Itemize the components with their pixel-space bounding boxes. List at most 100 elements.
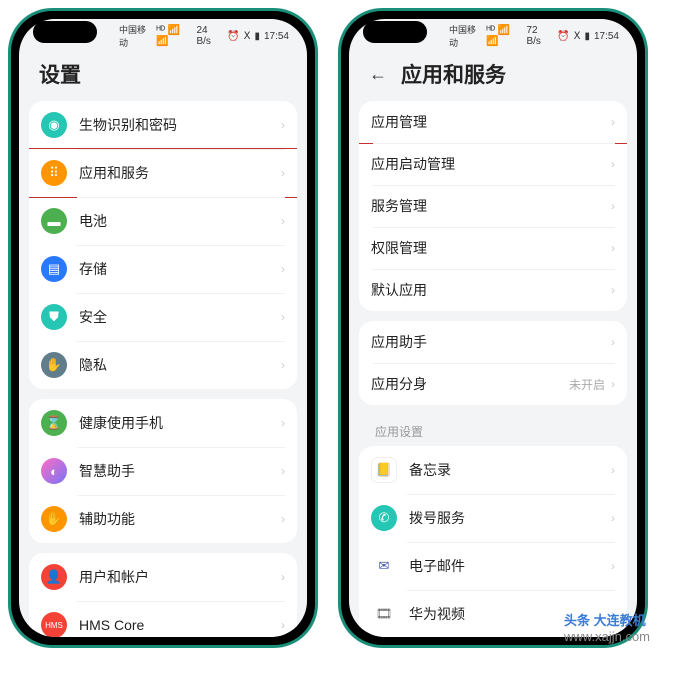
row-security[interactable]: ⛊ 安全 › bbox=[29, 293, 297, 341]
phone-left: 中国移动 ᴴᴰ 📶 📶 24 B/s ⏰ ⵝ ▮ 17:54 设置 ◉ 生物识别… bbox=[8, 8, 318, 648]
status-right: ⏰ ⵝ ▮ 17:54 bbox=[227, 31, 289, 42]
bluetooth-icon: ⵝ bbox=[244, 31, 251, 42]
row-service-management[interactable]: 服务管理 › bbox=[359, 185, 627, 227]
notch bbox=[33, 21, 97, 43]
row-label: 电池 bbox=[79, 211, 281, 231]
row-apps-services[interactable]: ⠿ 应用和服务 › bbox=[29, 148, 297, 198]
battery-icon: ▬ bbox=[41, 208, 67, 234]
row-app-management[interactable]: 应用管理 › bbox=[359, 101, 627, 144]
row-label: 存储 bbox=[79, 259, 281, 279]
status-time: 17:54 bbox=[264, 31, 289, 42]
chevron-right-icon: › bbox=[611, 115, 615, 129]
chevron-right-icon: › bbox=[611, 511, 615, 525]
header-right: ← 应用和服务 bbox=[349, 53, 637, 101]
page-title: 应用和服务 bbox=[401, 59, 506, 89]
watermark: 头条 大连教机 www.xajjn.com bbox=[564, 610, 650, 644]
row-label: HMS Core bbox=[79, 617, 281, 633]
status-signal: ᴴᴰ 📶 📶 bbox=[486, 25, 520, 47]
bluetooth-icon: ⵝ bbox=[574, 31, 581, 42]
chevron-right-icon: › bbox=[611, 463, 615, 477]
row-storage[interactable]: ▤ 存储 › bbox=[29, 245, 297, 293]
status-net: 72 B/s bbox=[526, 25, 551, 47]
status-carrier: 中国移动 bbox=[449, 23, 480, 49]
chevron-right-icon: › bbox=[281, 464, 285, 478]
alarm-icon: ⏰ bbox=[227, 31, 239, 42]
apps-list-card: 📒 备忘录 › ✆ 拨号服务 › ✉ 电子邮件 › 🎞 华为视频 › bbox=[359, 446, 627, 637]
row-app-twin[interactable]: 应用分身 未开启 › bbox=[359, 363, 627, 405]
watermark-line1: 头条 大连教机 bbox=[564, 613, 646, 628]
settings-list[interactable]: ◉ 生物识别和密码 › ⠿ 应用和服务 › ▬ 电池 › ▤ 存储 › bbox=[19, 101, 307, 637]
chevron-right-icon: › bbox=[281, 118, 285, 132]
user-icon: 👤 bbox=[41, 564, 67, 590]
row-email[interactable]: ✉ 电子邮件 › bbox=[359, 542, 627, 590]
apps-services-list[interactable]: 应用管理 › 应用启动管理 › 服务管理 › 权限管理 › 默认应用 › bbox=[349, 101, 637, 637]
row-privacy[interactable]: ✋ 隐私 › bbox=[29, 341, 297, 389]
row-label: 默认应用 bbox=[371, 280, 611, 300]
row-label: 应用和服务 bbox=[79, 163, 281, 183]
alarm-icon: ⏰ bbox=[557, 31, 569, 42]
shield-icon: ⛊ bbox=[41, 304, 67, 330]
row-label: 备忘录 bbox=[409, 460, 611, 480]
settings-group-3: 👤 用户和帐户 › HMS HMS Core › ⚙ 系统和更新 1 › bbox=[29, 553, 297, 637]
chevron-right-icon: › bbox=[611, 335, 615, 349]
battery-icon: ▮ bbox=[584, 31, 590, 42]
settings-group-1: ◉ 生物识别和密码 › ⠿ 应用和服务 › ▬ 电池 › ▤ 存储 › bbox=[29, 101, 297, 389]
chevron-right-icon: › bbox=[611, 199, 615, 213]
hms-icon: HMS bbox=[41, 612, 67, 637]
chevron-right-icon: › bbox=[611, 559, 615, 573]
a11y-icon: ✋ bbox=[41, 506, 67, 532]
chevron-right-icon: › bbox=[611, 241, 615, 255]
row-battery[interactable]: ▬ 电池 › bbox=[29, 197, 297, 245]
row-assistant[interactable]: ◐ 智慧助手 › bbox=[29, 447, 297, 495]
chevron-right-icon: › bbox=[281, 618, 285, 632]
chevron-right-icon: › bbox=[281, 262, 285, 276]
dial-icon: ✆ bbox=[371, 505, 397, 531]
row-app-launch[interactable]: 应用启动管理 › bbox=[359, 143, 627, 185]
chevron-right-icon: › bbox=[281, 570, 285, 584]
row-label: 应用助手 bbox=[371, 332, 611, 352]
row-default-apps[interactable]: 默认应用 › bbox=[359, 269, 627, 311]
row-permissions[interactable]: 权限管理 › bbox=[359, 227, 627, 269]
chevron-right-icon: › bbox=[281, 512, 285, 526]
storage-icon: ▤ bbox=[41, 256, 67, 282]
mail-icon: ✉ bbox=[371, 553, 397, 579]
status-time: 17:54 bbox=[594, 31, 619, 42]
section-label: 应用设置 bbox=[359, 415, 627, 446]
screen-left: 中国移动 ᴴᴰ 📶 📶 24 B/s ⏰ ⵝ ▮ 17:54 设置 ◉ 生物识别… bbox=[19, 19, 307, 637]
row-label: 拨号服务 bbox=[409, 508, 611, 528]
row-label: 用户和帐户 bbox=[79, 567, 281, 587]
chevron-right-icon: › bbox=[281, 310, 285, 324]
row-accessibility[interactable]: ✋ 辅助功能 › bbox=[29, 495, 297, 543]
row-users[interactable]: 👤 用户和帐户 › bbox=[29, 553, 297, 601]
row-health[interactable]: ⌛ 健康使用手机 › bbox=[29, 399, 297, 447]
row-label: 应用启动管理 bbox=[371, 154, 611, 174]
status-net: 24 B/s bbox=[196, 25, 221, 47]
row-label: 隐私 bbox=[79, 355, 281, 375]
row-memo[interactable]: 📒 备忘录 › bbox=[359, 446, 627, 494]
memo-icon: 📒 bbox=[371, 457, 397, 483]
settings-group-2: ⌛ 健康使用手机 › ◐ 智慧助手 › ✋ 辅助功能 › bbox=[29, 399, 297, 543]
row-dialer[interactable]: ✆ 拨号服务 › bbox=[359, 494, 627, 542]
page-title: 设置 bbox=[39, 59, 81, 89]
apps-group-1: 应用管理 › 应用启动管理 › 服务管理 › 权限管理 › 默认应用 › bbox=[359, 101, 627, 311]
chevron-right-icon: › bbox=[611, 377, 615, 391]
chevron-right-icon: › bbox=[281, 358, 285, 372]
back-button[interactable]: ← bbox=[369, 64, 387, 85]
apps-icon: ⠿ bbox=[41, 160, 67, 186]
status-carrier: 中国移动 bbox=[119, 23, 150, 49]
row-hms[interactable]: HMS HMS Core › bbox=[29, 601, 297, 637]
apps-group-2: 应用助手 › 应用分身 未开启 › bbox=[359, 321, 627, 405]
row-label: 辅助功能 bbox=[79, 509, 281, 529]
row-label: 服务管理 bbox=[371, 196, 611, 216]
row-app-assistant[interactable]: 应用助手 › bbox=[359, 321, 627, 363]
fingerprint-icon: ◉ bbox=[41, 112, 67, 138]
row-label: 生物识别和密码 bbox=[79, 115, 281, 135]
row-label: 智慧助手 bbox=[79, 461, 281, 481]
video-icon: 🎞 bbox=[371, 601, 397, 627]
row-value: 未开启 bbox=[569, 376, 605, 393]
screen-right: 中国移动 ᴴᴰ 📶 📶 72 B/s ⏰ ⵝ ▮ 17:54 ← 应用和服务 应… bbox=[349, 19, 637, 637]
row-label: 应用分身 bbox=[371, 374, 569, 394]
row-biometrics[interactable]: ◉ 生物识别和密码 › bbox=[29, 101, 297, 149]
row-label: 安全 bbox=[79, 307, 281, 327]
row-label: 权限管理 bbox=[371, 238, 611, 258]
